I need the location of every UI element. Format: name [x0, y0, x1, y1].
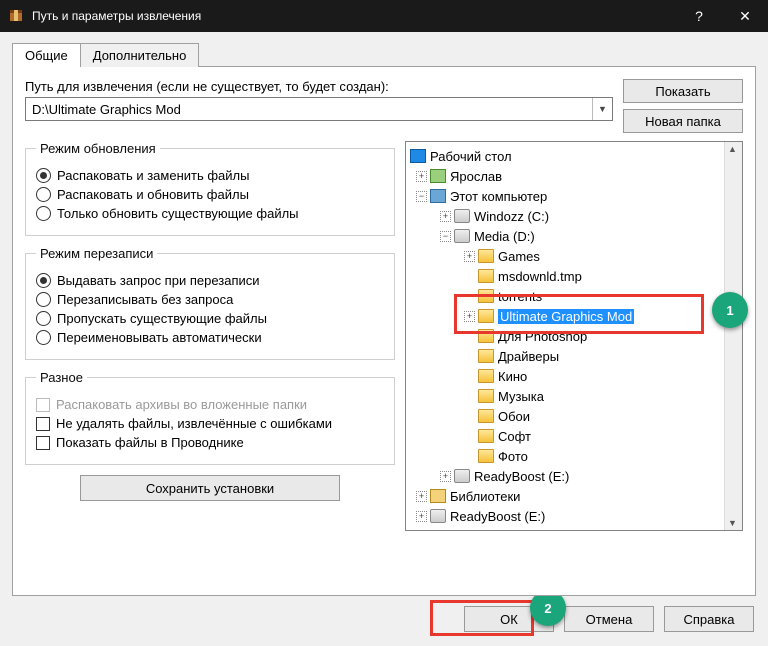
tree-msdownld[interactable]: msdownld.tmp [498, 269, 582, 284]
user-icon [430, 169, 446, 183]
folder-icon [478, 349, 494, 363]
help-icon[interactable]: ? [676, 0, 722, 32]
expand-icon[interactable]: + [464, 311, 475, 322]
window-title: Путь и параметры извлечения [32, 9, 676, 23]
help-button[interactable]: Справка [664, 606, 754, 632]
pc-icon [430, 189, 446, 203]
folder-icon [478, 289, 494, 303]
winrar-icon [8, 8, 24, 24]
path-label: Путь для извлечения (если не существует,… [25, 79, 613, 94]
expand-icon[interactable]: + [416, 171, 427, 182]
drive-icon [454, 229, 470, 243]
folder-tree[interactable]: Рабочий стол + Ярослав − Этот компьютер + W… [405, 141, 743, 531]
titlebar: Путь и параметры извлечения ? ✕ [0, 0, 768, 32]
new-folder-button[interactable]: Новая папка [623, 109, 743, 133]
check-nested: Распаковать архивы во вложенные папки [36, 397, 384, 412]
tree-drive-c[interactable]: Windozz (C:) [474, 209, 549, 224]
tree-user[interactable]: Ярослав [450, 169, 502, 184]
check-show-explorer[interactable]: Показать файлы в Проводнике [36, 435, 384, 450]
tree-photoshop[interactable]: Для Photoshop [498, 329, 587, 344]
folder-icon [478, 309, 494, 323]
path-combo[interactable]: ▼ [25, 97, 613, 121]
drive-icon [454, 209, 470, 223]
cancel-button[interactable]: Отмена [564, 606, 654, 632]
tree-photo[interactable]: Фото [498, 449, 528, 464]
check-keep-broken[interactable]: Не удалять файлы, извлечённые с ошибками [36, 416, 384, 431]
desktop-icon [410, 149, 426, 163]
folder-icon [478, 449, 494, 463]
radio-update-only[interactable]: Только обновить существующие файлы [36, 206, 384, 221]
expand-icon[interactable]: + [440, 471, 451, 482]
expand-icon[interactable]: + [464, 251, 475, 262]
expand-icon[interactable]: + [416, 491, 427, 502]
folder-icon [478, 409, 494, 423]
tree-drive-e2[interactable]: ReadyBoost (E:) [450, 509, 545, 524]
scrollbar[interactable] [724, 142, 742, 530]
dialog-footer: 2 ОК Отмена Справка [0, 596, 768, 646]
save-settings-button[interactable]: Сохранить установки [80, 475, 340, 501]
tree-desktop[interactable]: Рабочий стол [430, 149, 512, 164]
drive-icon [454, 469, 470, 483]
radio-no-ask[interactable]: Перезаписывать без запроса [36, 292, 384, 307]
tree-kino[interactable]: Кино [498, 369, 527, 384]
folder-icon [478, 369, 494, 383]
tree-ultimate-graphics-mod[interactable]: Ultimate Graphics Mod [498, 309, 634, 324]
group-misc: Разное Распаковать архивы во вложенные п… [25, 370, 395, 465]
chevron-down-icon[interactable]: ▼ [592, 98, 612, 120]
radio-extract-replace[interactable]: Распаковать и заменить файлы [36, 168, 384, 183]
group-update-mode: Режим обновления Распаковать и заменить … [25, 141, 395, 236]
tree-games[interactable]: Games [498, 249, 540, 264]
path-input[interactable] [26, 98, 592, 120]
show-button[interactable]: Показать [623, 79, 743, 103]
radio-rename[interactable]: Переименовывать автоматически [36, 330, 384, 345]
tab-general-label: Общие [25, 48, 68, 63]
folder-icon [478, 249, 494, 263]
tree-drive-e[interactable]: ReadyBoost (E:) [474, 469, 569, 484]
tab-advanced[interactable]: Дополнительно [80, 43, 200, 67]
group-misc-legend: Разное [36, 370, 87, 385]
folder-icon [478, 269, 494, 283]
tree-libraries[interactable]: Библиотеки [450, 489, 520, 504]
tree-music[interactable]: Музыка [498, 389, 544, 404]
group-overwrite-mode: Режим перезаписи Выдавать запрос при пер… [25, 246, 395, 360]
folder-icon [478, 429, 494, 443]
tree-soft[interactable]: Софт [498, 429, 531, 444]
drive-icon [430, 509, 446, 523]
group-update-legend: Режим обновления [36, 141, 160, 156]
tree-drivers[interactable]: Драйверы [498, 349, 559, 364]
close-icon[interactable]: ✕ [722, 0, 768, 32]
tab-advanced-label: Дополнительно [93, 48, 187, 63]
collapse-icon[interactable]: − [416, 191, 427, 202]
radio-extract-update[interactable]: Распаковать и обновить файлы [36, 187, 384, 202]
library-icon [430, 489, 446, 503]
tree-wallpaper[interactable]: Обои [498, 409, 530, 424]
expand-icon[interactable]: + [416, 511, 427, 522]
ok-button[interactable]: ОК [464, 606, 554, 632]
tree-torrents[interactable]: torrents [498, 289, 542, 304]
folder-icon [478, 389, 494, 403]
tree-drive-d[interactable]: Media (D:) [474, 229, 535, 244]
tab-general[interactable]: Общие [12, 43, 81, 67]
radio-skip[interactable]: Пропускать существующие файлы [36, 311, 384, 326]
radio-ask[interactable]: Выдавать запрос при перезаписи [36, 273, 384, 288]
folder-icon [478, 329, 494, 343]
tree-pc[interactable]: Этот компьютер [450, 189, 547, 204]
collapse-icon[interactable]: − [440, 231, 451, 242]
group-overwrite-legend: Режим перезаписи [36, 246, 157, 261]
expand-icon[interactable]: + [440, 211, 451, 222]
